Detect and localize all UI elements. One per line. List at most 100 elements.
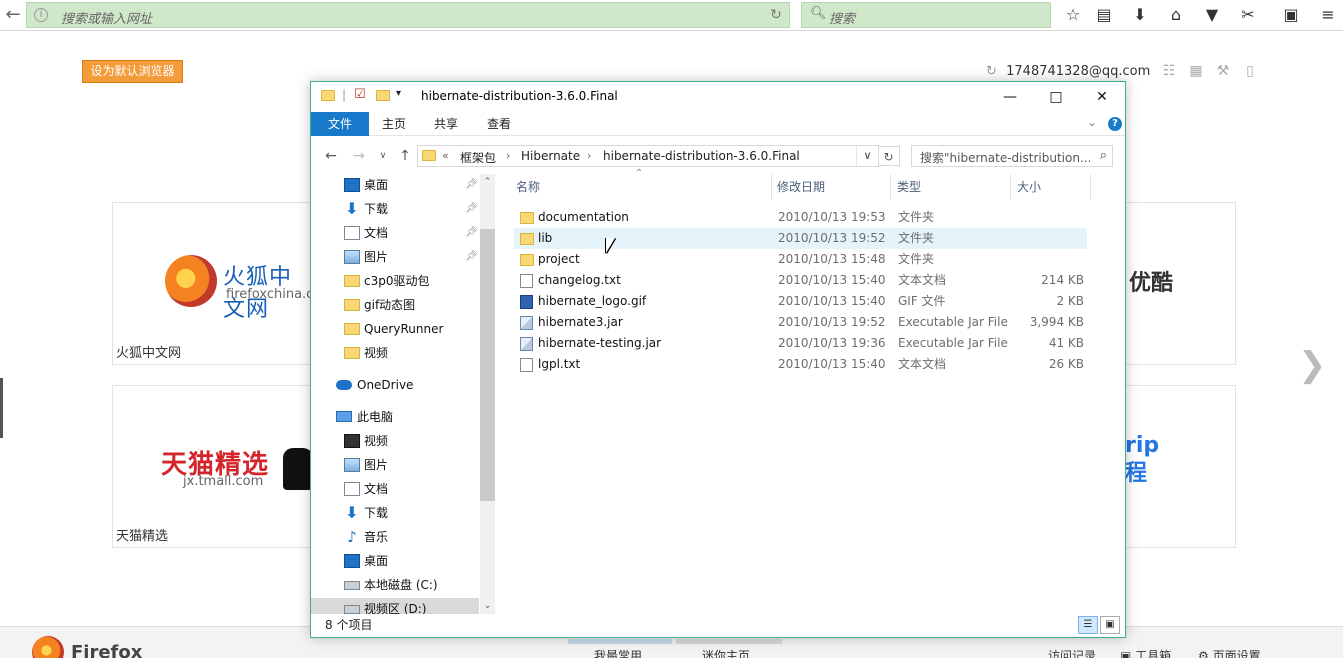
tab-home[interactable]: 主页 (369, 112, 419, 136)
wrench-icon[interactable]: ⚒ (1214, 63, 1232, 81)
link-mini-home[interactable]: 迷你主页 (702, 647, 750, 658)
pin-icon[interactable]: 📌︎ (465, 174, 478, 196)
link-history[interactable]: 访问记录 (1048, 647, 1096, 658)
bookmark-star-icon[interactable]: ☆ (1062, 4, 1084, 26)
file-row[interactable]: project 2010/10/13 15:48 文件夹 (514, 249, 1087, 270)
tab-file[interactable]: 文件 (311, 112, 369, 136)
nav-item-videos[interactable]: 视频 (311, 430, 481, 452)
nav-item-downloads[interactable]: ⬇︎ 下载 📌︎ (311, 198, 481, 220)
download-arrow-icon[interactable]: ⬇︎ (1129, 4, 1151, 26)
address-dropdown-icon[interactable]: ∨ (856, 146, 878, 166)
tile-tmall[interactable]: 天猫精选 jx.tmall.com 天猫精选 (112, 385, 313, 548)
back-arrow-icon[interactable]: ← (321, 146, 341, 166)
link-toolbox[interactable]: ▣ 工具箱 (1120, 647, 1171, 658)
breadcrumb-current[interactable]: hibernate-distribution-3.6.0.Final (603, 149, 800, 163)
column-separator[interactable] (771, 174, 772, 200)
column-separator[interactable] (1090, 174, 1091, 200)
nav-item-this-pc[interactable]: 此电脑 (311, 406, 481, 428)
breadcrumb-chevron-icon[interactable]: › (506, 149, 510, 162)
pin-icon[interactable]: 📌︎ (465, 246, 478, 268)
column-date[interactable]: 修改日期 (777, 174, 887, 200)
search-bar[interactable]: 🔍︎ 搜索 (801, 2, 1051, 28)
file-row[interactable]: lgpl.txt 2010/10/13 15:40 文本文档 26 KB (514, 354, 1087, 375)
nav-item-pc-downloads[interactable]: ⬇︎ 下载 (311, 502, 481, 524)
column-size[interactable]: 大小 (1017, 174, 1087, 200)
nav-item-onedrive[interactable]: OneDrive (311, 374, 481, 396)
tile-firefoxchina[interactable]: 火狐中文网 firefoxchina.cn 火狐中文网 (112, 202, 322, 365)
nav-item-c3p0[interactable]: c3p0驱动包 (311, 270, 481, 292)
nav-item-pc-documents[interactable]: 文档 (311, 478, 481, 500)
properties-check-icon[interactable]: ☑ (354, 87, 368, 102)
scroll-up-chevron-icon[interactable]: ⌃ (480, 174, 495, 190)
scroll-thumb[interactable] (480, 229, 495, 501)
quick-access-dropdown-icon[interactable]: ▾ (396, 88, 410, 102)
nav-item-pictures[interactable]: 图片 📌︎ (311, 246, 481, 268)
forward-arrow-icon[interactable]: → (349, 146, 369, 166)
menu-icon[interactable]: ≡ (1317, 4, 1339, 26)
pocket-icon[interactable]: ▼ (1201, 4, 1223, 26)
grid-icon[interactable]: ▦ (1187, 63, 1205, 81)
nav-item-drive-d[interactable]: 视频区 (D:) (311, 598, 479, 614)
sitemap-icon[interactable]: ☷ (1160, 63, 1178, 81)
new-folder-icon[interactable] (376, 90, 390, 104)
nav-scrollbar[interactable]: ⌃ ⌄ (480, 174, 495, 614)
title-bar[interactable]: | ☑ ▾ hibernate-distribution-3.6.0.Final… (311, 82, 1125, 112)
address-bar[interactable]: « 框架包 › Hibernate › hibernate-distributi… (417, 145, 900, 167)
file-row[interactable]: documentation 2010/10/13 19:53 文件夹 (514, 207, 1087, 228)
address-overflow[interactable]: « (442, 149, 449, 162)
tab-view[interactable]: 查看 (474, 112, 524, 136)
account-sync[interactable]: ↻ 1748741328@qq.com (986, 64, 1150, 82)
minimize-button[interactable]: — (987, 82, 1033, 112)
reading-list-icon[interactable]: ▤ (1093, 4, 1115, 26)
back-arrow-icon[interactable]: ← (0, 2, 26, 28)
set-default-browser-button[interactable]: 设为默认浏览器 (82, 60, 183, 83)
folder-search-input[interactable]: 搜索"hibernate-distribution... ⌕ (911, 145, 1113, 167)
screenshot-icon[interactable]: ✂ (1237, 4, 1259, 26)
expand-ribbon-chevron-icon[interactable]: ⌄ (1087, 115, 1097, 129)
column-separator[interactable] (890, 174, 891, 200)
file-row[interactable]: hibernate3.jar 2010/10/13 19:52 Executable… (514, 312, 1087, 333)
file-row[interactable]: lib 2010/10/13 19:52 文件夹 (514, 228, 1087, 249)
breadcrumb-chevron-icon[interactable]: › (587, 149, 591, 162)
column-name[interactable]: 名称 (516, 174, 771, 200)
file-row[interactable]: changelog.txt 2010/10/13 15:40 文本文档 214 KB (514, 270, 1087, 291)
breadcrumb-frameworks[interactable]: 框架包 (460, 149, 496, 166)
nav-item-pc-desktop[interactable]: 桌面 (311, 550, 481, 572)
next-page-chevron-icon[interactable]: ❯ (1298, 345, 1327, 385)
tile-youku[interactable]: 优酷 (1124, 202, 1236, 365)
extension-icon[interactable]: ▣ (1280, 4, 1302, 26)
nav-item-drive-c[interactable]: 本地磁盘 (C:) (311, 574, 481, 596)
large-icons-view-icon[interactable]: ▣ (1100, 616, 1120, 634)
column-type[interactable]: 类型 (897, 174, 1007, 200)
details-view-icon[interactable]: ☰ (1078, 616, 1098, 634)
nav-item-music[interactable]: ♪ 音乐 (311, 526, 481, 548)
home-icon[interactable]: ⌂ (1165, 4, 1187, 26)
pin-icon[interactable]: 📌︎ (465, 198, 478, 220)
close-button[interactable]: ✕ (1079, 82, 1125, 112)
link-page-settings[interactable]: ⚙ 页面设置 (1198, 647, 1261, 658)
nav-item-desktop[interactable]: 桌面 📌︎ (311, 174, 481, 196)
nav-item-gif[interactable]: gif动态图 (311, 294, 481, 316)
recent-locations-icon[interactable]: ∨ (373, 146, 393, 166)
up-arrow-icon[interactable]: ↑ (395, 146, 415, 166)
link-most-visited[interactable]: 我最常用 (594, 647, 642, 658)
pin-icon[interactable]: 📌︎ (465, 222, 478, 244)
file-row[interactable]: hibernate_logo.gif 2010/10/13 15:40 GIF 文件… (514, 291, 1087, 312)
side-handle[interactable] (0, 378, 3, 438)
nav-item-video-folder[interactable]: 视频 (311, 342, 481, 364)
maximize-button[interactable]: □ (1033, 82, 1079, 112)
breadcrumb-hibernate[interactable]: Hibernate (521, 149, 580, 163)
tab-share[interactable]: 共享 (421, 112, 471, 136)
refresh-icon[interactable]: ↻ (878, 146, 900, 166)
info-icon[interactable]: i (34, 8, 48, 22)
help-icon[interactable]: ? (1108, 117, 1122, 131)
column-separator[interactable] (1010, 174, 1011, 200)
tile-ctrip[interactable]: rip 程 (1124, 385, 1236, 548)
url-bar[interactable]: i 搜索或输入网址 ↻ (26, 2, 790, 28)
page-icon[interactable]: ▯ (1241, 63, 1259, 81)
nav-item-documents[interactable]: 文档 📌︎ (311, 222, 481, 244)
nav-item-pc-pictures[interactable]: 图片 (311, 454, 481, 476)
scroll-down-chevron-icon[interactable]: ⌄ (480, 598, 495, 614)
file-row[interactable]: hibernate-testing.jar 2010/10/13 19:36 Exe… (514, 333, 1087, 354)
reload-icon[interactable]: ↻ (767, 5, 785, 25)
